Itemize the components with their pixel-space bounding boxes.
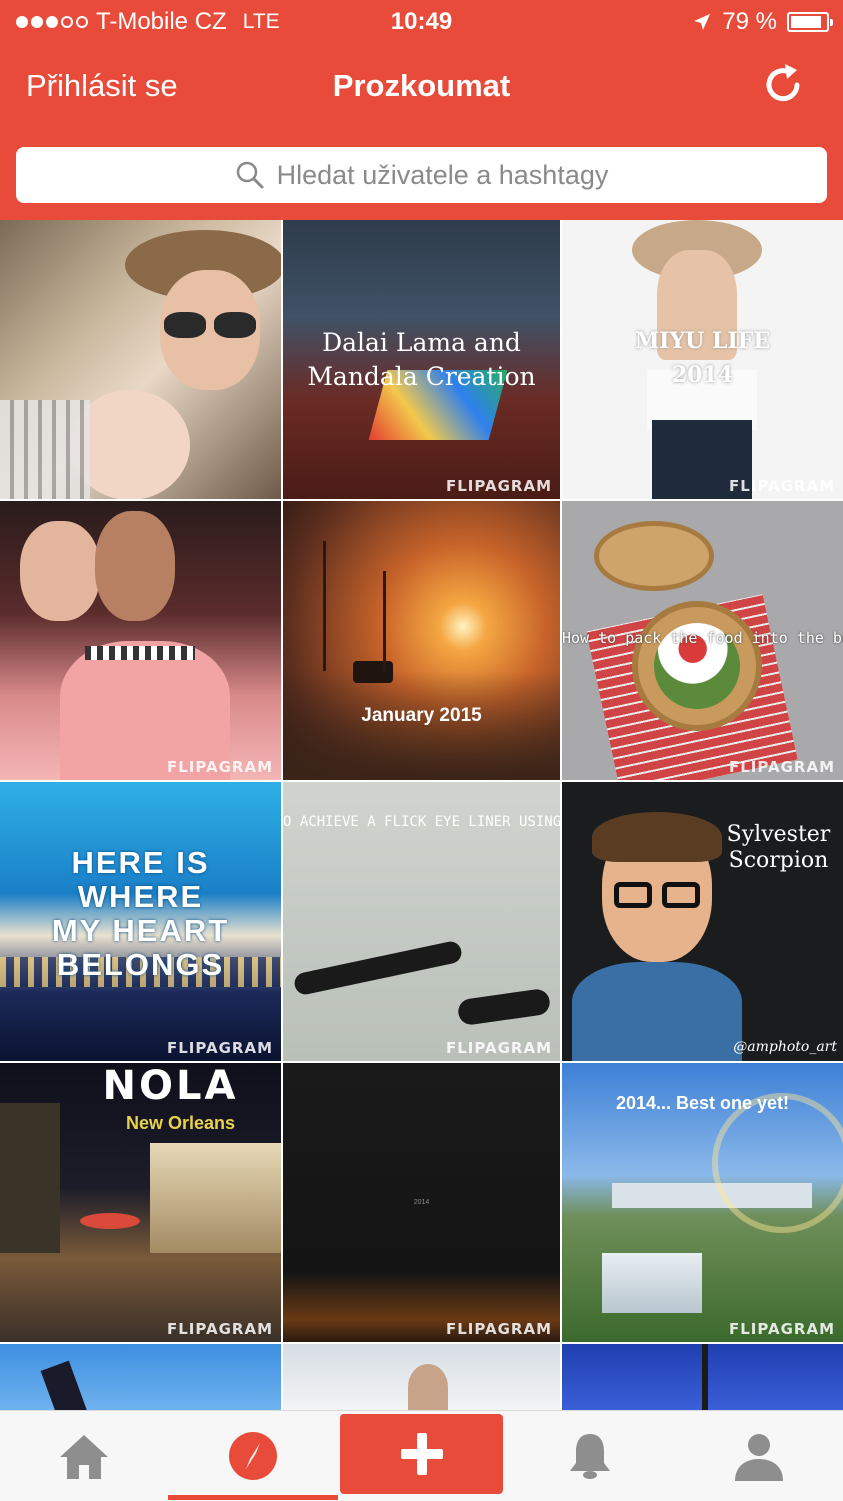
grid-tile[interactable] [0,1344,281,1410]
tile-caption: HERE IS WHERE MY HEART BELONGS [51,845,230,982]
location-arrow-icon [694,14,711,30]
person-icon [735,1434,783,1481]
battery-icon [787,12,833,32]
tile-caption: 2014... Best one yet! [615,1093,790,1113]
search-placeholder: Hledat uživatele a hashtagy [276,159,609,190]
grid-tile[interactable] [0,220,281,499]
grid-tile[interactable]: Sylvester Scorpion @amphoto_art [562,782,843,1061]
tab-notifications[interactable] [505,1411,675,1501]
grid-tile[interactable]: 2014 FLIPAGRAM [283,1063,560,1342]
tile-caption: Sylvester Scorpion [726,822,831,873]
flipagram-watermark: FLIPAGRAM [445,1320,552,1338]
tab-explore[interactable] [168,1411,338,1501]
search-icon [236,161,264,189]
tab-profile[interactable] [675,1411,843,1501]
home-icon [60,1435,108,1479]
search-input[interactable]: Hledat uživatele a hashtagy [16,147,827,203]
grid-tile[interactable]: O ACHIEVE A FLICK EYE LINER USING THE DI… [283,782,560,1061]
tile-caption: January 2015 [361,705,482,726]
grid-tile[interactable]: FLIPAGRAM [0,501,281,780]
page-title: Prozkoumat [332,68,511,103]
status-bar: T-Mobile CZ LTE 10:49 79 % [0,0,843,44]
grid-tile[interactable] [562,1344,843,1410]
flipagram-watermark: FLIPAGRAM [728,1320,835,1338]
explore-grid: Dalai Lama and Mandala Creation FLIPAGRA… [0,220,843,1410]
tile-caption: How to pack the food into the bento box:… [562,629,843,647]
refresh-icon[interactable] [758,60,808,110]
grid-tile[interactable]: January 2015 [283,501,560,780]
grid-tile[interactable]: How to pack the food into the bento box:… [562,501,843,780]
grid-tile[interactable]: Dalai Lama and Mandala Creation FLIPAGRA… [283,220,560,499]
flipagram-watermark: FLIPAGRAM [445,477,552,495]
grid-tile[interactable]: NOLA New Orleans FLIPAGRAM [0,1063,281,1342]
plus-icon [400,1433,443,1475]
tab-home[interactable] [0,1411,168,1501]
compass-icon [229,1432,277,1480]
tile-subcaption: New Orleans [125,1113,236,1133]
bell-icon [570,1434,610,1479]
tile-caption: 2014 [413,1199,430,1206]
tile-caption: O ACHIEVE A FLICK EYE LINER USING THE DI… [283,814,560,830]
active-tab-indicator [168,1495,338,1500]
grid-tile[interactable]: 2014... Best one yet! FLIPAGRAM [562,1063,843,1342]
grid-tile[interactable]: HERE IS WHERE MY HEART BELONGS FLIPAGRAM [0,782,281,1061]
flipagram-watermark: FLIPAGRAM [728,477,835,495]
battery-percent: 79 % [722,8,777,35]
create-button[interactable] [340,1414,503,1494]
flipagram-watermark: FLIPAGRAM [728,758,835,776]
flipagram-watermark: FLIPAGRAM [445,1039,552,1057]
tile-caption: NOLA [102,1063,239,1109]
tile-caption: MIYU LIFE 2014 [634,328,771,388]
grid-tile[interactable] [283,1344,560,1410]
app-header: T-Mobile CZ LTE 10:49 79 % Přihlásit se … [0,0,843,220]
tile-caption: Dalai Lama and Mandala Creation [307,328,536,391]
grid-tile[interactable]: MIYU LIFE 2014 FLIPAGRAM [562,220,843,499]
flipagram-watermark: FLIPAGRAM [166,1039,273,1057]
flipagram-watermark: FLIPAGRAM [166,1320,273,1338]
tile-credit: @amphoto_art [733,1039,837,1055]
flipagram-watermark: FLIPAGRAM [166,758,273,776]
